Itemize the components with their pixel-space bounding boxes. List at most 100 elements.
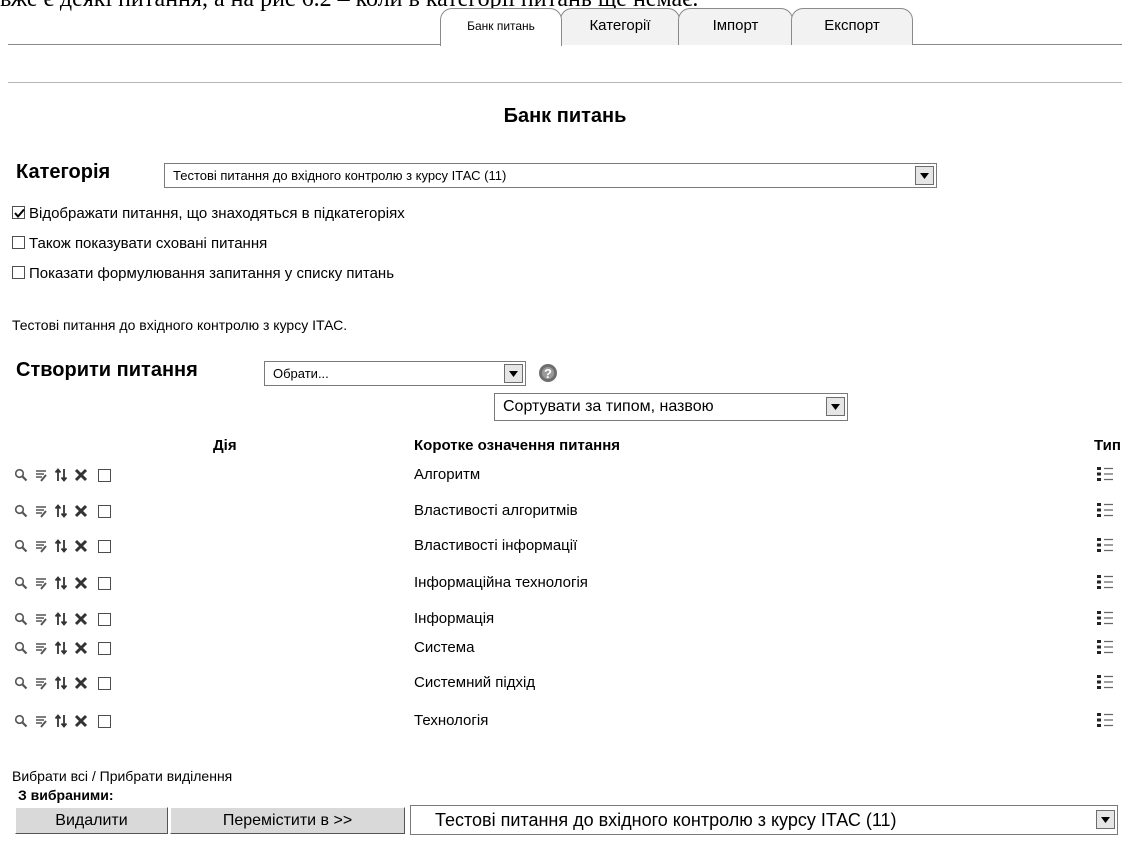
delete-icon[interactable] [74, 641, 88, 655]
tab-import[interactable]: Імпорт [678, 8, 793, 45]
question-name: Властивості алгоритмів [414, 502, 578, 519]
preview-icon[interactable] [14, 468, 28, 482]
row-checkbox[interactable] [98, 539, 111, 553]
edit-icon[interactable] [34, 504, 48, 518]
move-icon[interactable] [54, 612, 68, 626]
column-header-type[interactable]: Тип [1094, 437, 1121, 454]
row-actions [14, 713, 115, 729]
row-actions [14, 640, 115, 656]
preview-icon[interactable] [14, 504, 28, 518]
tab-question-bank[interactable]: Банк питань [440, 8, 562, 46]
help-icon[interactable]: ? [538, 363, 558, 388]
chevron-down-icon[interactable] [915, 166, 934, 185]
multichoice-icon [1096, 639, 1114, 660]
create-question-select[interactable]: Обрати... [264, 361, 526, 386]
sort-select-value: Сортувати за типом, назвою [503, 398, 714, 415]
row-checkbox[interactable] [98, 576, 111, 590]
row-checkbox[interactable] [98, 641, 111, 655]
row-actions [14, 467, 115, 483]
move-target-select[interactable]: Тестові питання до вхідного контролю з к… [410, 805, 1118, 835]
row-checkbox[interactable] [98, 676, 111, 690]
delete-icon[interactable] [74, 612, 88, 626]
column-header-name[interactable]: Коротке означення питання [414, 437, 620, 454]
multichoice-icon [1096, 502, 1114, 523]
preview-icon[interactable] [14, 576, 28, 590]
preview-icon[interactable] [14, 714, 28, 728]
edit-icon[interactable] [34, 641, 48, 655]
move-icon[interactable] [54, 714, 68, 728]
move-icon[interactable] [54, 468, 68, 482]
multichoice-icon [1096, 537, 1114, 558]
option-show-hidden[interactable]: Також показувати сховані питання [12, 235, 267, 253]
tab-label: Експорт [824, 17, 880, 34]
row-actions [14, 503, 115, 519]
deselect-link[interactable]: Прибрати виділення [100, 768, 233, 784]
move-icon[interactable] [54, 576, 68, 590]
multichoice-icon [1096, 610, 1114, 631]
preview-icon[interactable] [14, 676, 28, 690]
question-name: Властивості інформації [414, 537, 578, 554]
edit-icon[interactable] [34, 468, 48, 482]
select-all-link[interactable]: Вибрати всі [12, 768, 88, 784]
move-icon[interactable] [54, 539, 68, 553]
category-select[interactable]: Тестові питання до вхідного контролю з к… [164, 163, 937, 188]
multichoice-icon [1096, 466, 1114, 487]
question-row: Системний підхід [8, 671, 1122, 695]
delete-button[interactable]: Видалити [15, 807, 168, 834]
delete-icon[interactable] [74, 676, 88, 690]
edit-icon[interactable] [34, 676, 48, 690]
row-checkbox[interactable] [98, 612, 111, 626]
move-target-select-value: Тестові питання до вхідного контролю з к… [435, 810, 897, 830]
multichoice-icon [1096, 674, 1114, 695]
preview-icon[interactable] [14, 539, 28, 553]
sort-select[interactable]: Сортувати за типом, назвою [494, 393, 848, 421]
move-icon[interactable] [54, 676, 68, 690]
move-to-button[interactable]: Перемістити в >> [170, 807, 405, 834]
question-row: Технологія [8, 709, 1122, 733]
row-actions [14, 575, 115, 591]
selection-links: Вибрати всі / Прибрати виділення [12, 768, 232, 784]
delete-icon[interactable] [74, 468, 88, 482]
option-label: Також показувати сховані питання [29, 235, 268, 252]
show-hidden-checkbox[interactable] [12, 236, 25, 249]
question-row: Властивості інформації [8, 534, 1122, 558]
svg-text:?: ? [544, 366, 552, 381]
create-question-label: Створити питання [16, 359, 198, 381]
option-show-question-text[interactable]: Показати формулювання запитання у списку… [12, 265, 394, 283]
move-icon[interactable] [54, 504, 68, 518]
delete-icon[interactable] [74, 504, 88, 518]
row-actions [14, 538, 115, 554]
preview-icon[interactable] [14, 641, 28, 655]
row-checkbox[interactable] [98, 504, 111, 518]
edit-icon[interactable] [34, 539, 48, 553]
chevron-down-icon[interactable] [826, 397, 845, 416]
column-header-action: Дія [213, 437, 237, 454]
delete-icon[interactable] [74, 714, 88, 728]
edit-icon[interactable] [34, 714, 48, 728]
row-checkbox[interactable] [98, 468, 111, 482]
option-show-subcategories[interactable]: Відображати питання, що знаходяться в пі… [12, 205, 405, 223]
multichoice-icon [1096, 712, 1114, 733]
delete-icon[interactable] [74, 576, 88, 590]
chevron-down-icon[interactable] [1096, 810, 1115, 829]
chevron-down-icon[interactable] [504, 364, 523, 383]
tab-export[interactable]: Експорт [791, 8, 913, 45]
question-name: Алгоритм [414, 466, 481, 483]
row-checkbox[interactable] [98, 714, 111, 728]
delete-icon[interactable] [74, 539, 88, 553]
preview-icon[interactable] [14, 612, 28, 626]
option-label: Показати формулювання запитання у списку… [29, 265, 395, 282]
show-subcategories-checkbox[interactable] [12, 206, 25, 219]
question-bank-panel: Банк питань Категорія Тестові питання до… [8, 82, 1122, 841]
tab-label: Імпорт [712, 17, 759, 34]
link-separator: / [87, 768, 100, 784]
option-label: Відображати питання, що знаходяться в пі… [29, 205, 405, 222]
move-icon[interactable] [54, 641, 68, 655]
with-selected-label: З вибраними: [18, 787, 114, 803]
edit-icon[interactable] [34, 576, 48, 590]
category-description: Тестові питання до вхідного контролю з к… [12, 317, 348, 333]
edit-icon[interactable] [34, 612, 48, 626]
row-actions [14, 611, 115, 627]
show-question-text-checkbox[interactable] [12, 266, 25, 279]
tab-categories[interactable]: Категорії [560, 8, 680, 45]
